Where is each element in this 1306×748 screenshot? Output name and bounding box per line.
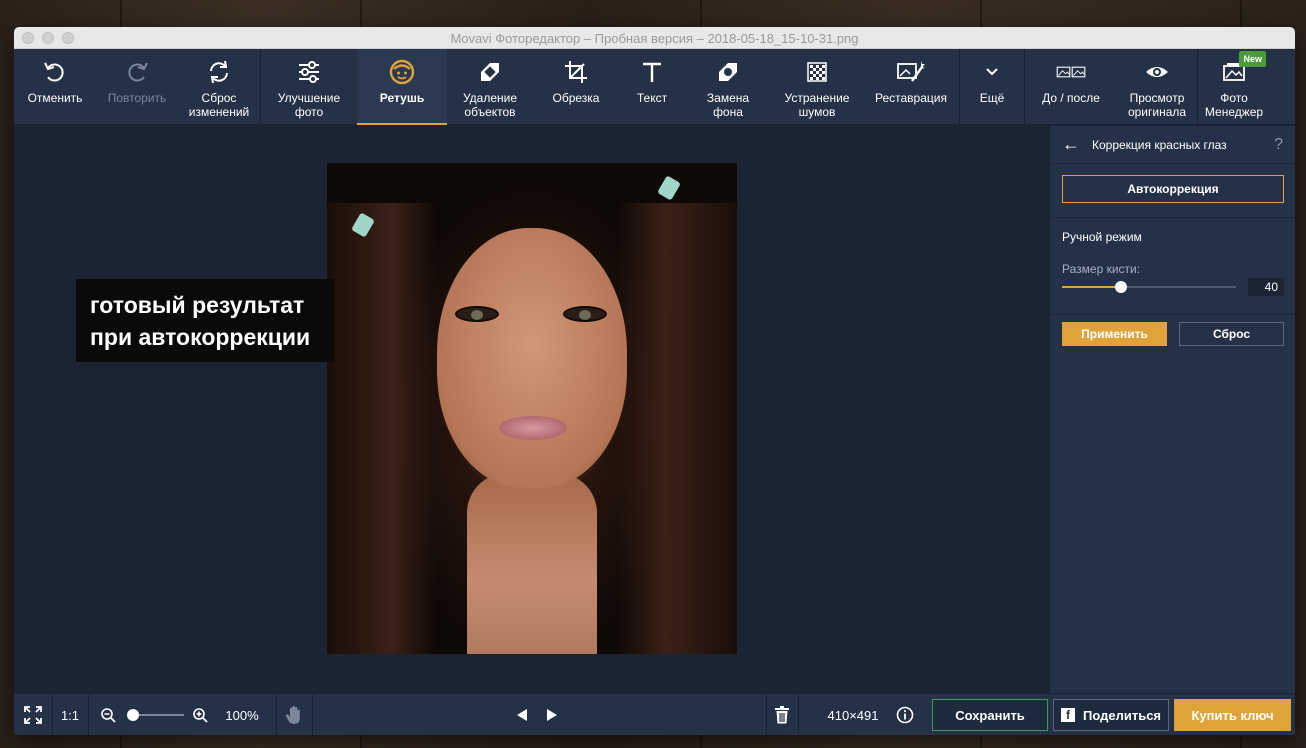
zoom-out-button[interactable]	[98, 694, 118, 735]
main-toolbar: Отменить Повторить Сброс изменений Улучш…	[14, 49, 1295, 125]
zoom-in-icon	[193, 708, 208, 723]
annotation-line-1: готовый результат	[90, 292, 305, 318]
actual-size-button[interactable]: 1:1	[52, 694, 88, 735]
help-icon[interactable]: ?	[1274, 136, 1283, 154]
arrow-left-icon	[517, 709, 527, 721]
fit-screen-icon	[24, 706, 42, 724]
annotation-line-2: при автокоррекции	[90, 324, 311, 350]
enhance-photo-tool[interactable]: Улучшение фото	[261, 49, 357, 125]
reset-changes-button[interactable]: Сброс изменений	[178, 49, 260, 125]
share-label: Поделиться	[1082, 707, 1162, 723]
brush-size-label: Размер кисти:	[1062, 262, 1141, 276]
zoom-out-icon	[101, 708, 116, 723]
title-bar: Movavi Фоторедактор – Пробная версия – 2…	[14, 27, 1295, 49]
retouch-label: Ретушь	[379, 91, 425, 105]
view-original-label: Просмотр оригинала	[1127, 91, 1187, 119]
more-tools-button[interactable]: Ещё	[960, 49, 1024, 125]
text-tool[interactable]: Текст	[619, 49, 685, 125]
back-arrow-icon[interactable]: ←	[1062, 134, 1080, 155]
refresh-icon	[204, 57, 234, 87]
text-label: Текст	[636, 91, 668, 105]
crop-tool[interactable]: Обрезка	[533, 49, 619, 125]
remove-objects-tool[interactable]: Удаление объектов	[447, 49, 533, 125]
hand-tool-button[interactable]	[278, 694, 310, 735]
annotation-label: готовый результат при автокоррекции	[76, 279, 334, 362]
trash-icon	[775, 706, 789, 724]
crop-icon	[561, 57, 591, 87]
delete-button[interactable]	[768, 694, 796, 735]
crop-label: Обрезка	[552, 91, 600, 105]
eraser-icon	[475, 57, 505, 87]
image-dimensions: 410×491	[827, 707, 879, 723]
brush-size-slider-fill	[1062, 286, 1122, 288]
redo-button[interactable]: Повторить	[96, 49, 178, 125]
eye-icon	[1142, 57, 1172, 87]
save-button[interactable]: Сохранить	[932, 699, 1048, 731]
brush-size-value[interactable]: 40	[1248, 278, 1284, 296]
panel-title: Коррекция красных глаз	[1092, 137, 1227, 152]
replace-background-tool[interactable]: Замена фона	[685, 49, 771, 125]
photo-manager-label: Фото Менеджер	[1204, 91, 1264, 119]
share-button[interactable]: f Поделиться	[1053, 699, 1169, 731]
panel-header: ← Коррекция красных глаз ?	[1050, 126, 1295, 164]
more-label: Ещё	[979, 91, 1005, 105]
facebook-icon: f	[1060, 708, 1075, 722]
face-retouch-icon	[387, 57, 417, 87]
chevron-down-icon	[977, 57, 1007, 87]
info-button[interactable]	[894, 694, 916, 735]
image-canvas[interactable]: готовый результат при автокоррекции	[14, 126, 1049, 693]
zoom-slider[interactable]	[132, 714, 184, 716]
retouch-tool[interactable]: Ретушь	[357, 49, 447, 125]
info-icon	[896, 706, 914, 724]
magic-wand-icon	[896, 57, 926, 87]
undo-button[interactable]: Отменить	[14, 49, 96, 125]
restoration-tool[interactable]: Реставрация	[863, 49, 959, 125]
photo-manager-button[interactable]: New Фото Менеджер	[1198, 49, 1270, 125]
hand-icon	[285, 706, 300, 724]
zoom-slider-handle[interactable]	[127, 709, 139, 721]
zoom-in-button[interactable]	[190, 694, 210, 735]
reset-label: Сброс изменений	[188, 91, 250, 119]
manual-mode-heading: Ручной режим	[1062, 230, 1142, 244]
buy-key-button[interactable]: Купить ключ	[1174, 699, 1291, 731]
background-replace-icon	[713, 57, 743, 87]
window-title: Movavi Фоторедактор – Пробная версия – 2…	[450, 31, 859, 46]
before-after-label: До / после	[1042, 91, 1100, 105]
arrow-right-icon	[547, 709, 557, 721]
undo-label: Отменить	[27, 91, 83, 105]
remove-objects-label: Удаление объектов	[462, 91, 518, 119]
settings-panel: ← Коррекция красных глаз ? Автокоррекция…	[1049, 126, 1295, 693]
new-badge: New	[1239, 51, 1266, 67]
reset-button[interactable]: Сброс	[1179, 322, 1284, 346]
restore-label: Реставрация	[875, 91, 947, 105]
auto-correction-button[interactable]: Автокоррекция	[1062, 175, 1284, 203]
redo-label: Повторить	[107, 91, 167, 105]
replace-bg-label: Замена фона	[706, 91, 750, 119]
denoise-tool[interactable]: Устранение шумов	[771, 49, 863, 125]
app-window: Movavi Фоторедактор – Пробная версия – 2…	[14, 27, 1295, 735]
sliders-icon	[294, 57, 324, 87]
noise-icon	[802, 57, 832, 87]
redo-icon	[122, 57, 152, 87]
brush-size-slider-handle[interactable]	[1115, 281, 1128, 293]
denoise-label: Устранение шумов	[784, 91, 850, 119]
before-after-icon	[1056, 57, 1086, 87]
next-image-button[interactable]	[540, 694, 564, 735]
edited-photo[interactable]	[327, 163, 737, 654]
panel-divider	[1050, 314, 1295, 315]
apply-button[interactable]: Применить	[1062, 322, 1167, 346]
undo-icon	[40, 57, 70, 87]
panel-divider	[1050, 217, 1295, 218]
fit-screen-button[interactable]	[14, 694, 52, 735]
previous-image-button[interactable]	[510, 694, 534, 735]
zoom-level: 100%	[225, 707, 259, 723]
view-original-button[interactable]: Просмотр оригинала	[1117, 49, 1197, 125]
before-after-button[interactable]: До / после	[1025, 49, 1117, 125]
enhance-label: Улучшение фото	[277, 91, 341, 119]
text-icon	[637, 57, 667, 87]
status-bar: 1:1 100% 410×491 Сохранить f Поделиться …	[14, 693, 1295, 735]
